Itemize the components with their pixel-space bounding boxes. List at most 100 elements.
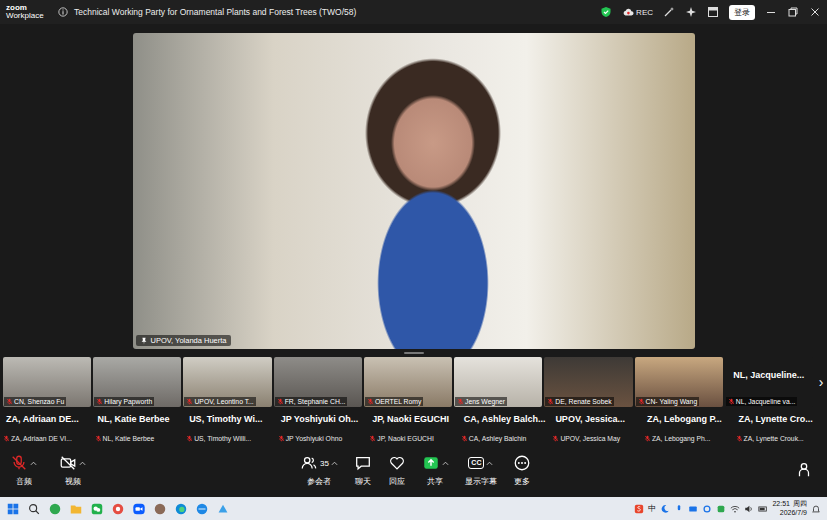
browser-icon[interactable]: [195, 502, 209, 516]
wifi-icon[interactable]: [730, 504, 740, 514]
captions-button[interactable]: CC 显示字幕: [465, 453, 497, 487]
minimize-icon[interactable]: [765, 6, 777, 18]
participant-tile[interactable]: CN- Yaling Wang: [635, 357, 723, 407]
name-tile[interactable]: CA, Ashley Balch... CA, Ashley Balchin: [460, 410, 551, 443]
participant-display-name: NL, Jacqueline...: [733, 370, 804, 380]
participant-tile[interactable]: CN, Shenzao Fu: [3, 357, 91, 407]
cloud-recording[interactable]: REC: [622, 6, 653, 18]
title-bar: zoomWorkplaceTechnical Working Party for…: [0, 0, 827, 24]
input-method[interactable]: 中: [648, 503, 656, 514]
name-tile[interactable]: ZA, Lebogang P...ZA, Lebogang Ph...: [643, 410, 734, 443]
name-tile-name: CA, Ashley Balchin: [469, 435, 526, 442]
zoom-app-icon[interactable]: [132, 502, 146, 516]
participant-tile[interactable]: OERTEL Romy: [364, 357, 452, 407]
mic-tray-icon[interactable]: [674, 504, 684, 514]
participant-tile[interactable]: DE, Renate Sobek: [544, 357, 632, 407]
profile-icon[interactable]: [795, 461, 813, 479]
participant-label: Jens Wegner: [455, 397, 507, 406]
participant-tile[interactable]: Jens Wegner: [454, 357, 542, 407]
wechat-icon[interactable]: [90, 502, 104, 516]
muted-mic-icon: [638, 398, 645, 405]
name-tile-label: JP, Naoki EGUCHI: [369, 435, 458, 442]
participants-label: 参会者: [307, 476, 331, 487]
muted-mic-icon: [552, 435, 559, 442]
app-tray-icon[interactable]: [716, 504, 726, 514]
app-icon[interactable]: [153, 502, 167, 516]
chevron-up-icon[interactable]: [331, 460, 338, 467]
participant-label: CN- Yaling Wang: [636, 397, 700, 406]
name-tile[interactable]: NL, Katie BerbeeNL, Katie Berbee: [94, 410, 185, 443]
muted-mic-icon: [186, 435, 193, 442]
ime-logo-icon[interactable]: [634, 504, 644, 514]
clock[interactable]: 22:51周四2026/7/9: [772, 500, 807, 516]
muted-mic-icon: [367, 398, 374, 405]
reactions-button[interactable]: 回应: [388, 453, 406, 487]
taskbar-apps: [6, 502, 230, 516]
name-tile[interactable]: ZA, Lynette Cro...ZA, Lynette Crouk...: [735, 410, 826, 443]
muted-mic-icon: [457, 398, 464, 405]
app-icon[interactable]: [216, 502, 230, 516]
muted-mic-icon: [6, 398, 13, 405]
volume-icon[interactable]: [744, 504, 754, 514]
name-tile-row: ZA, Adriaan DE... ZA, Adriaan DE VI...NL,…: [0, 410, 827, 443]
moon-icon[interactable]: [660, 504, 670, 514]
resize-handle[interactable]: [404, 352, 424, 354]
mic-icon: [10, 454, 28, 472]
search-icon[interactable]: [27, 502, 41, 516]
participants-button[interactable]: 35参会者: [300, 453, 338, 487]
name-tile[interactable]: UPOV, Jessica...UPOV, Jessica May: [551, 410, 642, 443]
app-icon[interactable]: [48, 502, 62, 516]
chat-icon: [354, 454, 372, 472]
name-tile-display: CA, Ashley Balch...: [461, 414, 550, 424]
edge-icon[interactable]: [174, 502, 188, 516]
chevron-up-icon[interactable]: [442, 460, 449, 467]
info-icon[interactable]: [58, 7, 68, 17]
name-tile[interactable]: JP Yoshiyuki Oh...JP Yoshiyuki Ohno: [277, 410, 368, 443]
participant-tile[interactable]: FR, Stephanie CH...: [274, 357, 362, 407]
app-icon[interactable]: [111, 502, 125, 516]
muted-mic-icon: [186, 398, 193, 405]
gallery-next-button[interactable]: ›: [815, 357, 827, 407]
muted-mic-icon: [96, 398, 103, 405]
shield-icon[interactable]: [600, 6, 612, 18]
close-icon[interactable]: [809, 6, 821, 18]
windows-start-icon[interactable]: [6, 502, 20, 516]
chevron-up-icon[interactable]: [30, 460, 37, 467]
muted-mic-icon: [277, 398, 284, 405]
battery-icon[interactable]: [758, 504, 768, 514]
sparkle-icon[interactable]: [685, 6, 697, 18]
restore-icon[interactable]: [787, 6, 799, 18]
audio-button[interactable]: 音频: [10, 453, 37, 487]
participant-tile[interactable]: NL, Jacqueline...NL, Jacqueline va...: [725, 357, 813, 407]
captions-label: 显示字幕: [465, 476, 497, 487]
name-tile-display: JP, Naoki EGUCHI: [369, 414, 458, 424]
chat-button[interactable]: 聊天: [354, 453, 372, 487]
name-tile-display: ZA, Adriaan DE...: [3, 414, 92, 424]
speaker-video[interactable]: UPOV, Yolanda Huerta: [133, 33, 695, 349]
rec-label: REC: [636, 8, 653, 17]
participant-tile[interactable]: Hilary Papworth: [93, 357, 181, 407]
participant-label: UPOV, Leontino T...: [184, 397, 255, 406]
login-button[interactable]: 登录: [729, 5, 755, 20]
settings-icon[interactable]: [702, 504, 712, 514]
video-button[interactable]: 视频: [59, 453, 86, 487]
chevron-up-icon[interactable]: [486, 460, 493, 467]
pin-icon: [140, 337, 148, 345]
notification-icon[interactable]: [811, 504, 821, 514]
meeting-title: Technical Working Party for Ornamental P…: [74, 7, 356, 17]
folder-icon[interactable]: [69, 502, 83, 516]
name-tile[interactable]: JP, Naoki EGUCHI JP, Naoki EGUCHI: [368, 410, 459, 443]
name-tile-name: ZA, Lebogang Ph...: [652, 435, 711, 442]
participant-tile[interactable]: UPOV, Leontino T...: [183, 357, 271, 407]
clock-date: 2026/7/9: [780, 509, 807, 517]
name-tile[interactable]: US, Timothy Wi...US, Timothy Willi...: [185, 410, 276, 443]
wand-icon[interactable]: [663, 6, 675, 18]
keyboard-icon[interactable]: [688, 504, 698, 514]
more-button[interactable]: 更多: [513, 453, 531, 487]
layout-icon[interactable]: [707, 6, 719, 18]
share-button[interactable]: 共享: [422, 453, 449, 487]
name-tile[interactable]: ZA, Adriaan DE... ZA, Adriaan DE VI...: [2, 410, 93, 443]
captions-icon: CC: [468, 457, 484, 469]
name-tile-label: ZA, Adriaan DE VI...: [3, 435, 92, 442]
chevron-up-icon[interactable]: [79, 460, 86, 467]
